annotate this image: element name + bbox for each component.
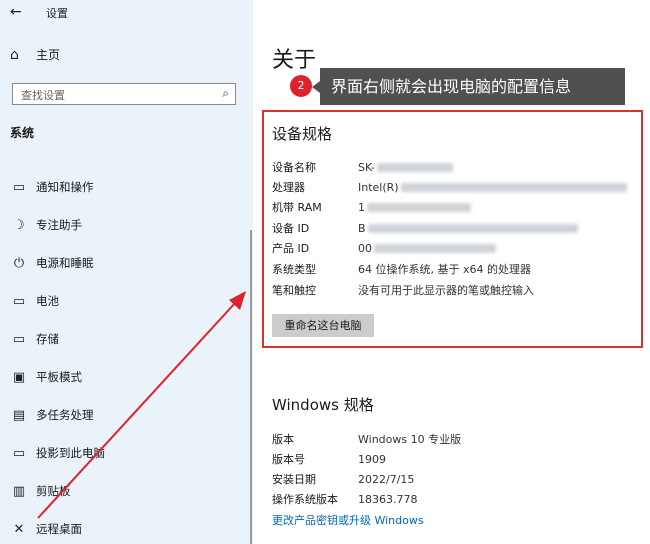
- spec-value: Intel(R): [358, 179, 627, 195]
- sidebar-item-label: 电源和睡眠: [36, 256, 94, 270]
- main-content: 关于 2 界面右侧就会出现电脑的配置信息 设备规格 设备名称 SK- 处理器 I…: [253, 0, 650, 544]
- spec-key: 设备名称: [272, 161, 316, 174]
- notification-icon: ▭: [12, 179, 26, 195]
- tablet-mode-icon: ▣: [12, 369, 26, 385]
- sidebar-item-label: 专注助手: [36, 218, 82, 232]
- spec-key: 处理器: [272, 181, 305, 194]
- spec-row-processor: 处理器 Intel(R): [272, 179, 627, 195]
- home-icon: ⌂: [10, 46, 19, 63]
- spec-value: 没有可用于此显示器的笔或触控输入: [358, 284, 534, 297]
- spec-row-system-type: 系统类型 64 位操作系统, 基于 x64 的处理器: [272, 261, 531, 277]
- sidebar-item-label: 多任务处理: [36, 408, 94, 422]
- device-specs-heading: 设备规格: [272, 125, 333, 143]
- callout-pointer: [312, 81, 320, 93]
- sidebar-item-label: 存储: [36, 332, 59, 346]
- spec-row-os-build: 操作系统版本 18363.778: [272, 491, 418, 507]
- windows-specs-heading: Windows 规格: [272, 396, 374, 414]
- project-icon: ▭: [12, 445, 26, 461]
- spec-row-edition: 版本 Windows 10 专业版: [272, 431, 461, 447]
- step-badge: 2: [290, 75, 312, 97]
- spec-value: 64 位操作系统, 基于 x64 的处理器: [358, 263, 531, 276]
- sidebar-item-storage[interactable]: ▭ 存储: [10, 329, 59, 349]
- spec-value: 1909: [358, 452, 386, 466]
- clipboard-icon: ▥: [12, 483, 26, 499]
- redacted-value: [367, 223, 578, 233]
- spec-value: 18363.778: [358, 492, 418, 506]
- sidebar-item-project[interactable]: ▭ 投影到此电脑: [10, 443, 105, 463]
- redacted-value: [377, 162, 454, 172]
- sidebar-item-label: 通知和操作: [36, 180, 94, 194]
- spec-value: Windows 10 专业版: [358, 433, 462, 446]
- sidebar-item-label: 剪贴板: [36, 484, 71, 498]
- spec-row-install-date: 安装日期 2022/7/15: [272, 471, 414, 487]
- sidebar-item-focus-assist[interactable]: ☽ 专注助手: [10, 215, 82, 235]
- spec-row-device-id: 设备 ID B: [272, 220, 578, 236]
- sidebar-item-tablet-mode[interactable]: ▣ 平板模式: [10, 367, 82, 387]
- annotation-callout: 界面右侧就会出现电脑的配置信息: [320, 68, 625, 105]
- search-placeholder: 查找设置: [21, 89, 65, 102]
- sidebar-scrollbar[interactable]: [250, 230, 252, 544]
- spec-key: 操作系统版本: [272, 493, 338, 506]
- sidebar-item-label: 投影到此电脑: [36, 446, 105, 460]
- spec-row-device-name: 设备名称 SK-: [272, 159, 454, 175]
- change-product-key-link[interactable]: 更改产品密钥或升级 Windows: [272, 512, 424, 528]
- sidebar-item-label: 远程桌面: [36, 522, 82, 536]
- redacted-value: [367, 202, 471, 212]
- spec-key: 安装日期: [272, 473, 316, 486]
- search-input[interactable]: 查找设置 ⌕: [12, 83, 236, 105]
- spec-row-pen-touch: 笔和触控 没有可用于此显示器的笔或触控输入: [272, 282, 534, 298]
- storage-icon: ▭: [12, 331, 26, 347]
- window-title: 设置: [46, 7, 68, 20]
- power-icon: ⏻: [13, 255, 25, 271]
- spec-key: 版本: [272, 433, 294, 446]
- redacted-value: [400, 182, 627, 192]
- sidebar-item-clipboard[interactable]: ▥ 剪贴板: [10, 481, 71, 501]
- spec-value: 00: [358, 240, 496, 256]
- sidebar-item-home[interactable]: ⌂ 主页: [10, 46, 60, 63]
- sidebar-item-label: 电池: [36, 294, 59, 308]
- page-title: 关于: [272, 48, 317, 73]
- sidebar-item-remote-desktop[interactable]: ✕ 远程桌面: [10, 519, 82, 539]
- section-title: 系统: [10, 126, 35, 140]
- spec-row-ram: 机带 RAM 1: [272, 199, 471, 215]
- multitasking-icon: ▤: [12, 407, 26, 423]
- spec-row-version: 版本号 1909: [272, 451, 386, 467]
- spec-key: 版本号: [272, 453, 305, 466]
- spec-value: B: [358, 220, 578, 236]
- spec-value: 1: [358, 199, 471, 215]
- remote-desktop-icon: ✕: [13, 521, 25, 537]
- spec-key: 机带 RAM: [272, 201, 322, 214]
- spec-value: 2022/7/15: [358, 472, 415, 486]
- sidebar-item-label: 平板模式: [36, 370, 82, 384]
- spec-key: 笔和触控: [272, 284, 316, 297]
- spec-key: 产品 ID: [272, 242, 310, 255]
- sidebar-item-power-sleep[interactable]: ⏻ 电源和睡眠: [10, 253, 94, 273]
- sidebar-item-multitasking[interactable]: ▤ 多任务处理: [10, 405, 94, 425]
- spec-row-product-id: 产品 ID 00: [272, 240, 496, 256]
- sidebar: ← 设置 ⌂ 主页 查找设置 ⌕ 系统 ▭ 通知和操作 ☽ 专注助手 ⏻ 电源和…: [0, 0, 253, 544]
- redacted-value: [374, 243, 496, 253]
- search-icon[interactable]: ⌕: [222, 86, 229, 101]
- spec-value: SK-: [358, 159, 454, 175]
- battery-icon: ▭: [12, 293, 26, 309]
- sidebar-item-label: 主页: [36, 48, 61, 62]
- back-arrow-icon[interactable]: ←: [10, 4, 22, 20]
- spec-key: 设备 ID: [272, 222, 310, 235]
- sidebar-item-battery[interactable]: ▭ 电池: [10, 291, 59, 311]
- focus-assist-icon: ☽: [13, 217, 25, 233]
- rename-pc-button[interactable]: 重命名这台电脑: [272, 314, 374, 337]
- spec-key: 系统类型: [272, 263, 316, 276]
- sidebar-item-notifications[interactable]: ▭ 通知和操作: [10, 177, 94, 197]
